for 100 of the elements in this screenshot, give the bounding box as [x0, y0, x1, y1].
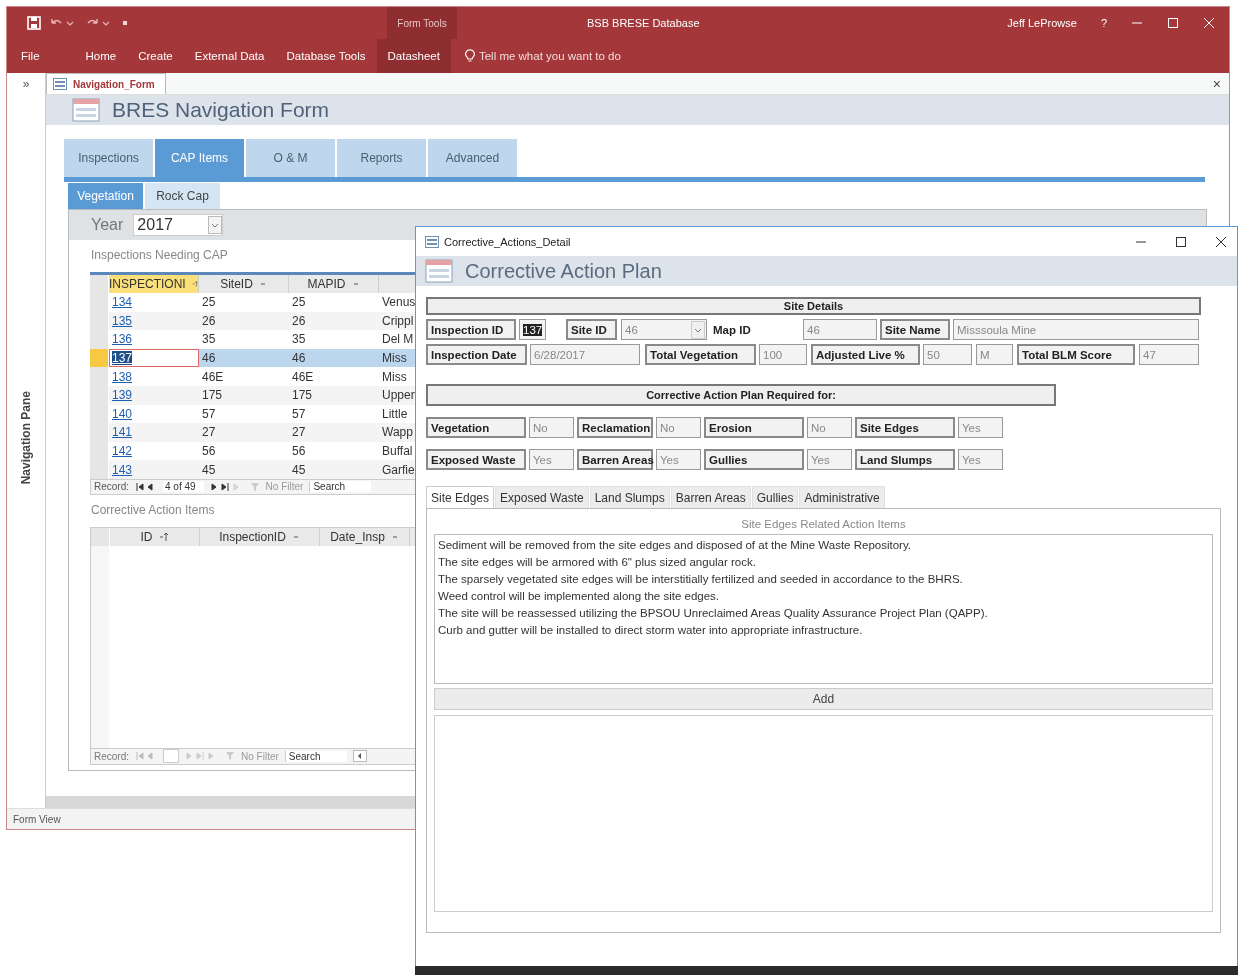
expand-button[interactable]: »: [22, 77, 30, 91]
field-label: Adjusted Live %: [811, 344, 920, 365]
record-link[interactable]: 139: [112, 388, 133, 403]
row-selector[interactable]: [90, 367, 109, 386]
context-label: Form Tools: [397, 17, 447, 29]
field-value[interactable]: 46: [803, 319, 877, 340]
form-title: Corrective Action Plan: [465, 259, 662, 283]
tab[interactable]: Exposed Waste: [495, 486, 589, 508]
record-position-field[interactable]: 4 of 49: [163, 481, 204, 493]
site-id-dropdown[interactable]: 46: [621, 319, 707, 340]
record-link[interactable]: 141: [112, 425, 133, 440]
ribbon-tab[interactable]: File: [7, 39, 65, 73]
search-field[interactable]: Search: [284, 750, 347, 762]
action-item-text: The sparsely vegetated site edges will be interstitially fertilized and seeded in accordance to the BHRS.: [438, 572, 964, 587]
field-label: Erosion: [704, 417, 804, 438]
close-button[interactable]: ×: [1212, 75, 1221, 92]
table-cell-text: 27: [291, 424, 307, 442]
field-label: Total Vegetation: [645, 344, 756, 365]
field-value[interactable]: No: [529, 417, 574, 438]
maximize-icon[interactable]: [1175, 235, 1187, 248]
form-tab[interactable]: Advanced: [428, 139, 517, 177]
table-cell-text: Garfie: [381, 461, 416, 479]
close-icon[interactable]: [1215, 235, 1227, 248]
ribbon-tab[interactable]: Database Tools: [275, 39, 377, 73]
row-selector[interactable]: [90, 460, 109, 479]
ribbon-tab[interactable]: Datasheet: [376, 39, 451, 73]
column-label: MAPID: [307, 277, 346, 291]
help-button[interactable]: ?: [1100, 17, 1107, 29]
action-item-text: Curb and gutter will be installed to direct storm water into appropriate infrastructure.: [438, 623, 864, 638]
row-selector[interactable]: [90, 330, 109, 349]
column-header[interactable]: InspectionID: [200, 527, 320, 546]
record-link[interactable]: 137: [112, 351, 133, 366]
tab[interactable]: Land Slumps: [589, 486, 670, 508]
record-link[interactable]: 135: [112, 313, 133, 328]
save-icon[interactable]: [27, 16, 41, 30]
ribbon-tab[interactable]: Create: [127, 39, 184, 73]
field-value[interactable]: Yes: [807, 449, 852, 470]
form-tab[interactable]: Reports: [337, 139, 426, 177]
field-value[interactable]: Yes: [529, 449, 574, 470]
table-cell-text: 45: [291, 461, 307, 479]
year-dropdown[interactable]: 2017: [133, 214, 224, 236]
ribbon-tab[interactable]: Home: [74, 39, 128, 73]
status-text: Form View: [13, 813, 61, 825]
field-value[interactable]: Yes: [958, 449, 1003, 470]
user-name[interactable]: Jeff LeProwse: [1007, 17, 1077, 29]
field-value[interactable]: Misssoula Mine: [953, 319, 1199, 340]
form-tab[interactable]: O & M: [246, 139, 335, 177]
dropdown-icon[interactable]: [258, 280, 267, 288]
column-label: ID: [140, 529, 153, 544]
column-header[interactable]: Date_Insp: [320, 527, 410, 546]
tab[interactable]: Site Edges: [426, 486, 495, 508]
table-cell-text: 46: [291, 350, 307, 368]
field-value[interactable]: 50: [923, 344, 972, 365]
column-label: Date_Insp: [330, 529, 385, 544]
search-field[interactable]: Search: [309, 481, 372, 493]
tab[interactable]: Gullies: [751, 486, 799, 508]
form-icon: [53, 78, 67, 90]
tab[interactable]: Barren Areas: [670, 486, 751, 508]
lightbulb-icon: [464, 49, 475, 63]
column-header[interactable]: INSPECTIONI: [109, 275, 199, 293]
table-cell-text: 25: [201, 294, 217, 312]
dialog-title: Corrective_Actions_Detail: [444, 235, 571, 248]
table-cell-text: 175: [201, 387, 224, 405]
scroll-left-icon[interactable]: [352, 750, 367, 763]
section-label: Corrective Action Items: [91, 502, 216, 517]
field-value[interactable]: 100: [759, 344, 807, 365]
field-value[interactable]: 137: [519, 319, 546, 340]
field-value[interactable]: No: [656, 417, 701, 438]
record-link[interactable]: 140: [112, 406, 133, 421]
tell-me-field[interactable]: Tell me what you want to do: [474, 39, 701, 73]
field-label: Vegetation: [426, 417, 526, 438]
field-value[interactable]: Yes: [656, 449, 701, 470]
record-position-field[interactable]: [163, 749, 179, 764]
action-items-box[interactable]: [434, 534, 1213, 684]
ribbon-tab[interactable]: External Data: [183, 39, 276, 73]
record-link[interactable]: 136: [112, 332, 133, 347]
document-tab[interactable]: Navigation_Form: [46, 73, 166, 94]
field-value[interactable]: M: [976, 344, 1013, 365]
table-cell-text: 57: [201, 405, 217, 423]
add-button[interactable]: Add: [434, 688, 1213, 710]
record-link[interactable]: 143: [112, 462, 133, 477]
sub-tab[interactable]: Rock Cap: [145, 183, 220, 209]
form-tab[interactable]: Inspections: [64, 139, 153, 177]
dropdown-icon[interactable]: [351, 280, 360, 288]
record-label: Record:: [94, 481, 129, 493]
record-link[interactable]: 142: [112, 444, 133, 459]
field-value[interactable]: Yes: [958, 417, 1003, 438]
tab[interactable]: Administrative: [799, 486, 885, 508]
table-cell-text: 26: [201, 312, 217, 330]
sort-ascending-icon[interactable]: [158, 531, 169, 542]
customize-icon[interactable]: [121, 19, 129, 27]
window-title: BSB BRESE Database: [587, 17, 700, 29]
record-link[interactable]: 138: [112, 369, 133, 384]
field-value[interactable]: No: [807, 417, 852, 438]
table-cell-text: 175: [291, 387, 314, 405]
table-cell-text: Little: [381, 405, 409, 423]
field-value[interactable]: 6/28/2017: [530, 344, 640, 365]
column-header[interactable]: ID: [110, 527, 200, 546]
field-value[interactable]: 47: [1139, 344, 1199, 365]
record-link[interactable]: 134: [112, 295, 133, 310]
